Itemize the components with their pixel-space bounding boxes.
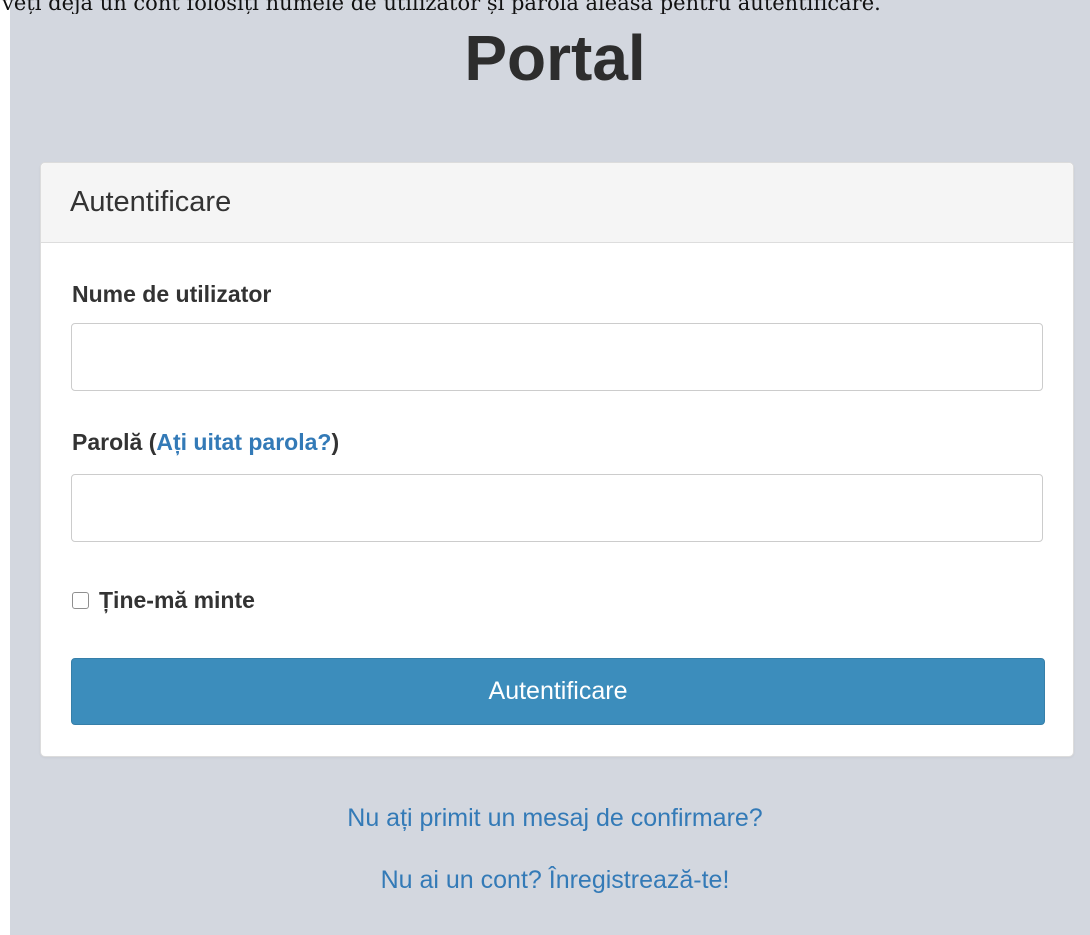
resend-confirmation-link[interactable]: Nu ați primit un mesaj de confirmare?: [347, 804, 762, 832]
confirmation-link-row: Nu ați primit un mesaj de confirmare?: [0, 801, 1090, 835]
panel-heading: Autentificare: [41, 163, 1073, 243]
password-input[interactable]: [71, 474, 1043, 542]
password-label-prefix: Parolă (: [72, 429, 157, 455]
password-label: Parolă (Ați uitat parola?): [72, 427, 339, 457]
forgot-password-link[interactable]: Ați uitat parola?: [156, 429, 331, 455]
password-label-suffix: ): [331, 429, 340, 455]
instruction-text: veți deja un cont folosiți numele de uti…: [2, 0, 881, 14]
page-title: Portal: [464, 22, 646, 94]
register-link-row: Nu ai un cont? Înregistrează-te!: [0, 863, 1090, 897]
remember-me-label: Ține-mă minte: [99, 586, 255, 613]
username-input[interactable]: [71, 323, 1043, 391]
login-button[interactable]: Autentificare: [71, 658, 1045, 725]
login-panel: Autentificare Nume de utilizator Parolă …: [40, 162, 1074, 757]
remember-me-row[interactable]: Ține-mă minte: [72, 583, 255, 617]
username-label: Nume de utilizator: [72, 281, 272, 307]
remember-me-checkbox[interactable]: [72, 591, 89, 609]
register-link[interactable]: Nu ai un cont? Înregistrează-te!: [381, 866, 730, 894]
